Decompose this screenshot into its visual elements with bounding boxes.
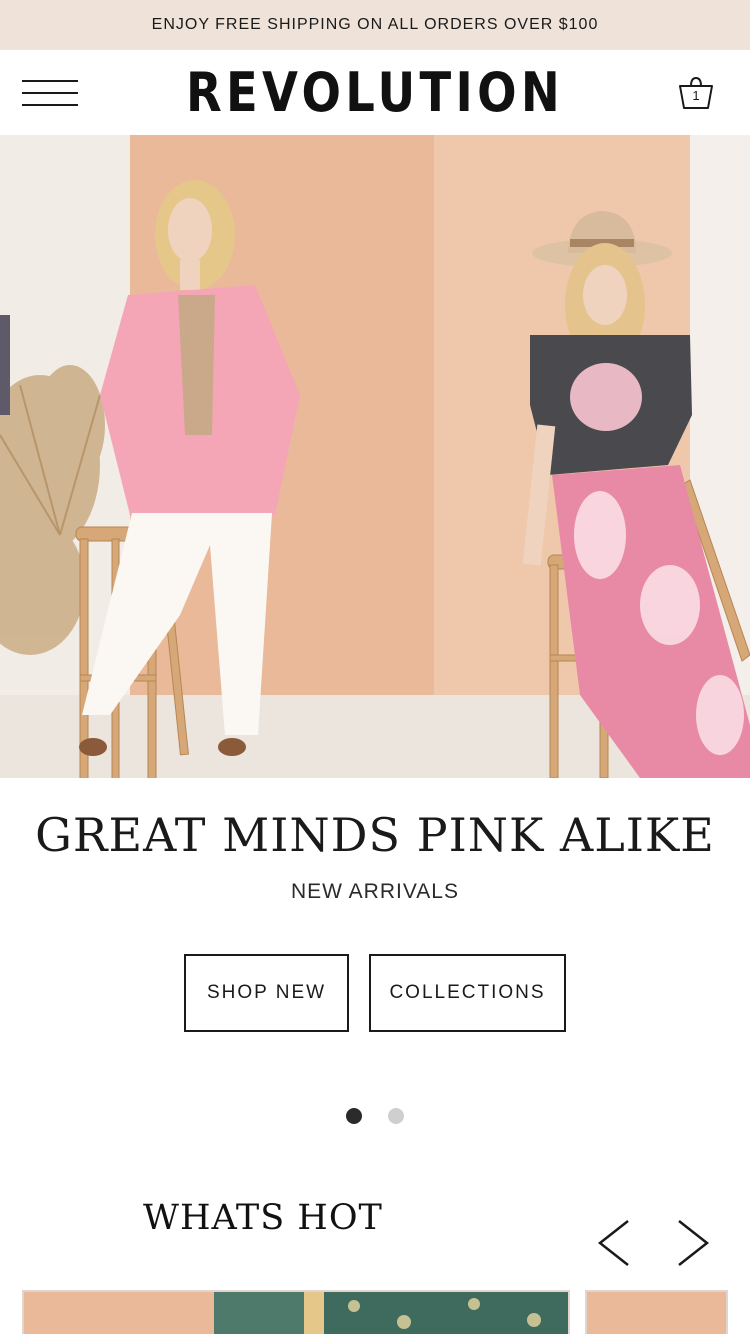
chevron-left-icon bbox=[597, 1220, 629, 1266]
cart-button[interactable]: 1 bbox=[676, 74, 716, 114]
hero-photo bbox=[0, 135, 750, 778]
promo-text: ENJOY FREE SHIPPING ON ALL ORDERS OVER $… bbox=[151, 16, 599, 33]
section-title-whats-hot: WHATS HOT bbox=[143, 1198, 383, 1238]
product-card[interactable] bbox=[22, 1290, 570, 1334]
carousel-prev-button[interactable] bbox=[594, 1218, 634, 1268]
collections-button[interactable]: COLLECTIONS bbox=[369, 954, 566, 1032]
carousel-dot-2[interactable] bbox=[388, 1108, 404, 1124]
hero-subtitle: NEW ARRIVALS bbox=[291, 880, 459, 903]
site-header: REVOLUTION 1 bbox=[0, 50, 750, 135]
promo-bar: ENJOY FREE SHIPPING ON ALL ORDERS OVER $… bbox=[0, 0, 750, 50]
product-image bbox=[587, 1292, 726, 1334]
hero-title: GREAT MINDS PINK ALIKE bbox=[35, 808, 715, 862]
site-logo[interactable]: REVOLUTION bbox=[53, 62, 698, 124]
carousel-dot-1[interactable] bbox=[346, 1108, 362, 1124]
cart-count: 1 bbox=[692, 88, 700, 103]
chevron-right-icon bbox=[678, 1220, 710, 1266]
product-card[interactable] bbox=[585, 1290, 728, 1334]
carousel-next-button[interactable] bbox=[673, 1218, 713, 1268]
shop-new-button[interactable]: SHOP NEW bbox=[184, 954, 349, 1032]
hero-banner-image[interactable] bbox=[0, 135, 750, 778]
product-image bbox=[24, 1292, 568, 1334]
